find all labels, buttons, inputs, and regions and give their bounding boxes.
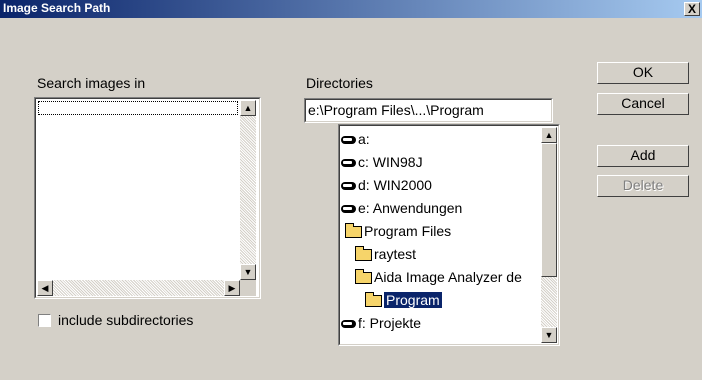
tree-item[interactable]: a: (341, 128, 370, 150)
tree-item[interactable]: f: Projekte (341, 312, 421, 334)
vertical-scrollbar[interactable] (240, 100, 256, 280)
close-icon: X (687, 2, 696, 16)
arrow-up-icon: ▲ (544, 130, 554, 140)
search-images-label: Search images in (37, 75, 146, 91)
tree-item-label: f: Projekte (358, 315, 422, 331)
tree-item-label: d: WIN2000 (358, 177, 432, 193)
include-subdirectories-label: include subdirectories (58, 312, 194, 328)
tree-item[interactable]: d: WIN2000 (341, 174, 432, 196)
open-folder-icon (345, 223, 362, 239)
scroll-left-button[interactable]: ◀ (37, 280, 53, 296)
arrow-down-icon: ▼ (544, 330, 554, 340)
tree-item[interactable]: c: WIN98J (341, 151, 423, 173)
arrow-up-icon: ▲ (243, 103, 253, 113)
scroll-down-button[interactable]: ▼ (240, 264, 256, 280)
tree-item-label: Aida Image Analyzer de (374, 269, 522, 285)
tree-item-label: c: WIN98J (358, 154, 423, 170)
open-folder-icon (355, 269, 372, 285)
ok-button[interactable]: OK (597, 62, 689, 84)
add-button[interactable]: Add (597, 145, 689, 167)
tree-item-label: a: (358, 131, 370, 147)
drive-icon (341, 136, 356, 145)
drive-icon (341, 159, 356, 168)
delete-button[interactable]: Delete (597, 175, 689, 197)
close-button[interactable]: X (684, 2, 700, 16)
include-subdirectories-checkbox[interactable] (38, 314, 51, 327)
tree-item[interactable]: Program (365, 289, 442, 311)
horizontal-scrollbar[interactable] (37, 280, 240, 296)
title-bar: Image Search Path X (0, 0, 702, 18)
tree-item[interactable]: Program Files (345, 220, 451, 242)
scrollbar-corner (240, 280, 256, 296)
directory-path-text: e:\Program Files\...\Program (308, 102, 484, 118)
drive-icon (341, 320, 356, 329)
scroll-right-button[interactable]: ▶ (224, 280, 240, 296)
scroll-up-button[interactable]: ▲ (240, 100, 256, 116)
tree-item[interactable]: raytest (355, 243, 416, 265)
tree-scroll-thumb[interactable] (541, 143, 557, 277)
cancel-button[interactable]: Cancel (597, 93, 689, 115)
tree-scroll-up-button[interactable]: ▲ (541, 127, 557, 143)
tree-item[interactable]: Aida Image Analyzer de (355, 266, 522, 288)
tree-item-label: raytest (374, 246, 417, 262)
arrow-down-icon: ▼ (243, 267, 253, 277)
tree-item-label: e: Anwendungen (358, 200, 463, 216)
tree-item-label: Program (384, 292, 442, 308)
list-focus-row (38, 101, 238, 115)
arrow-left-icon: ◀ (41, 283, 49, 293)
tree-item[interactable]: e: Anwendungen (341, 197, 462, 219)
directory-tree[interactable]: f: Projekte Program Aida Image Analyzer de… (338, 124, 560, 346)
tree-item-label: Program Files (364, 223, 452, 239)
open-folder-icon (365, 292, 382, 308)
drive-icon (341, 205, 356, 214)
window-title: Image Search Path (3, 1, 111, 15)
directories-label: Directories (306, 75, 373, 91)
open-folder-icon (355, 246, 372, 262)
directory-path-field[interactable]: e:\Program Files\...\Program (304, 98, 553, 123)
drive-icon (341, 182, 356, 191)
arrow-right-icon: ▶ (228, 283, 236, 293)
search-images-list[interactable]: ▲ ▼ ◀ ▶ (34, 97, 261, 299)
tree-scroll-down-button[interactable]: ▼ (541, 327, 557, 343)
